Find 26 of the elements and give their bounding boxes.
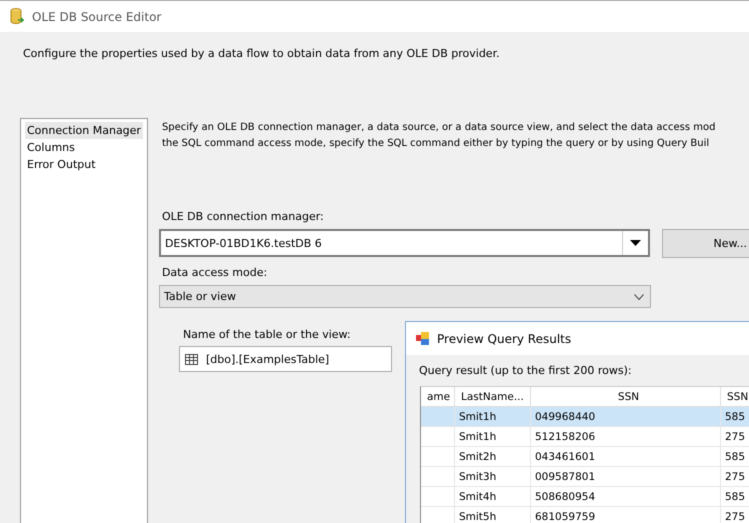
- sidebar-item[interactable]: Error Output: [25, 156, 98, 173]
- chevron-down-icon: [634, 294, 644, 300]
- intro-text: Configure the properties used by a data flow to obtain data from any OLE DB provider.: [23, 47, 500, 60]
- new-button[interactable]: New...: [662, 229, 749, 258]
- access-mode-select[interactable]: Table or view: [158, 285, 651, 308]
- sidebar-item[interactable]: Columns: [25, 139, 77, 156]
- result-row[interactable]: Smit1h 512158206 275: [421, 427, 749, 447]
- field-label: OLE DB connection manager:: [162, 210, 325, 223]
- app-icon: [416, 332, 430, 345]
- field-label: Name of the table or the view:: [182, 328, 351, 341]
- table-name-field[interactable]: [dbo].[ExamplesTable]: [178, 346, 392, 372]
- result-row[interactable]: Smit3h 009587801 275: [421, 467, 749, 487]
- dropdown-arrow-icon: [630, 240, 641, 246]
- sidebar-item[interactable]: Connection Manager: [25, 122, 143, 139]
- description-text: the SQL command access mode, specify the SQL command either by typing the query or by using Query Buil: [162, 137, 710, 151]
- caption-text: Query result (up to the first 200 rows):: [419, 364, 632, 377]
- connection-combo[interactable]: DESKTOP-01BD1K6.testDB 6: [158, 229, 650, 257]
- window-title: OLE DB Source Editor: [32, 10, 162, 24]
- result-row[interactable]: Smit1h 049968440 585: [421, 407, 749, 427]
- result-row[interactable]: Smit4h 508680954 585: [421, 487, 749, 507]
- description-text: Specify an OLE DB connection manager, a data source, or a data source view, and select the data access mod: [162, 121, 716, 135]
- table-icon: [184, 354, 198, 364]
- result-row[interactable]: Smit2h 043461601 585: [421, 447, 749, 467]
- field-label: Data access mode:: [162, 266, 268, 279]
- database-icon: [10, 8, 24, 25]
- dialog-title: Preview Query Results: [437, 332, 572, 346]
